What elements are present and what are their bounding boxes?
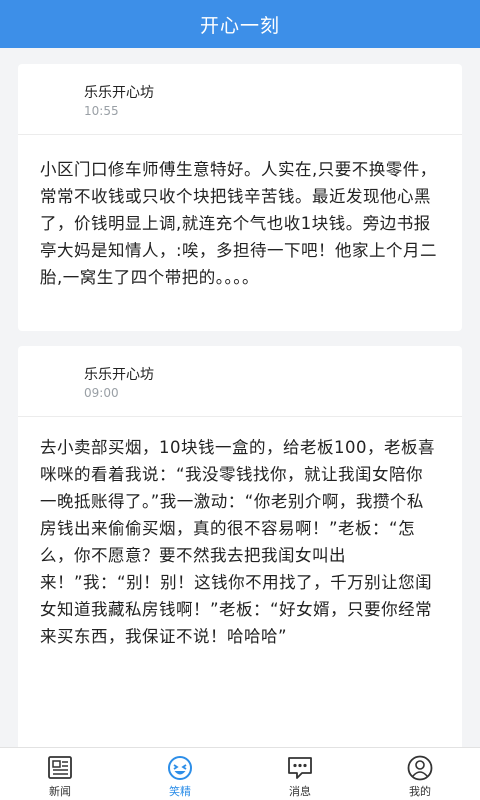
tab-profile[interactable]: 我的 [360, 748, 480, 800]
post-meta: 乐乐开心坊 10:55 [84, 84, 154, 119]
joke-feed[interactable]: 乐乐开心坊 10:55 小区门口修车师傅生意特好。人实在,只要不换零件，常常不收… [0, 48, 480, 748]
post-author: 乐乐开心坊 [84, 367, 154, 383]
tab-label: 我的 [409, 785, 431, 798]
tab-label: 笑精 [169, 785, 191, 798]
tab-label: 消息 [289, 785, 311, 798]
post-author: 乐乐开心坊 [84, 85, 154, 101]
tab-messages[interactable]: 消息 [240, 748, 360, 800]
app-header: 开心一刻 [0, 0, 480, 48]
divider [18, 134, 462, 135]
post-text: 小区门口修车师傅生意特好。人实在,只要不换零件，常常不收钱或只收个块把钱辛苦钱。… [40, 160, 438, 287]
newspaper-icon [48, 756, 72, 779]
post-time: 09:00 [84, 386, 119, 400]
post-text: 去小卖部买烟，10块钱一盒的，给老板100，老板喜咪咪的看着我说：“我没零钱找你… [40, 438, 435, 646]
user-icon [407, 755, 433, 781]
divider [18, 416, 462, 417]
tab-label: 新闻 [49, 785, 71, 798]
laughing-face-icon [168, 756, 192, 780]
page-title: 开心一刻 [199, 14, 280, 37]
tab-news[interactable]: 新闻 [0, 748, 120, 800]
post-card[interactable]: 乐乐开心坊 10:55 小区门口修车师傅生意特好。人实在,只要不换零件，常常不收… [18, 64, 462, 331]
bottom-tab-bar: 新闻 笑精 消息 我的 [0, 747, 480, 800]
post-card[interactable]: 乐乐开心坊 09:00 去小卖部买烟，10块钱一盒的，给老板100，老板喜咪咪的… [18, 346, 462, 746]
post-time: 10:55 [84, 104, 119, 118]
tab-jokes[interactable]: 笑精 [120, 748, 240, 800]
post-card[interactable] [18, 730, 462, 748]
message-bubble-icon [288, 757, 312, 779]
post-meta: 乐乐开心坊 09:00 [84, 366, 154, 401]
